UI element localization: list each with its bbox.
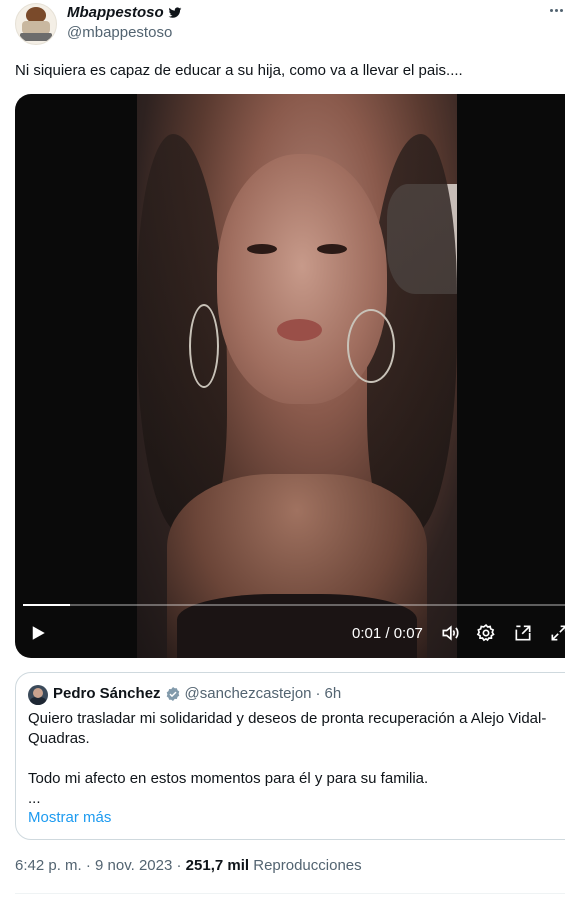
author-row: Mbappestoso: [67, 4, 182, 21]
quoted-line: Quadras.: [28, 730, 90, 747]
settings-button[interactable]: [475, 622, 497, 644]
tweet-meta: 6:42 p. m. · 9 nov. 2023 · 251,7 mil Rep…: [15, 857, 362, 874]
video-frame: [137, 94, 457, 658]
quoted-text: Quiero trasladar mi solidaridad y deseos…: [28, 709, 565, 809]
views-count: 251,7 mil: [185, 857, 250, 874]
meta-separator: ·: [176, 857, 182, 874]
avatar[interactable]: [15, 3, 57, 45]
author-handle[interactable]: @mbappestoso: [67, 24, 172, 41]
quoted-avatar: [28, 685, 48, 705]
pip-icon: [515, 625, 531, 641]
display-name[interactable]: Mbappestoso: [67, 4, 164, 21]
video-time: 0:01 / 0:07: [352, 624, 423, 642]
video-player[interactable]: 0:01 / 0:07: [15, 94, 565, 658]
volume-icon: [442, 625, 459, 641]
quoted-line: ...: [28, 790, 41, 807]
views-label: Reproducciones: [253, 857, 362, 874]
quoted-separator: ·: [315, 685, 321, 702]
settings-icon: [476, 623, 495, 642]
pip-button[interactable]: [512, 622, 534, 644]
tweet-text: Ni siquiera es capaz de educar a su hija…: [15, 62, 463, 79]
fullscreen-icon: [551, 625, 565, 641]
progress-track[interactable]: [23, 604, 565, 606]
divider: [15, 893, 565, 894]
tweet-timestamp[interactable]: 6:42 p. m. · 9 nov. 2023: [15, 857, 172, 874]
play-button[interactable]: [27, 622, 49, 644]
show-more-link[interactable]: Mostrar más: [28, 809, 111, 826]
more-options-icon[interactable]: [547, 8, 563, 12]
volume-button[interactable]: [439, 622, 461, 644]
quoted-line: [28, 749, 565, 769]
quoted-time: 6h: [324, 685, 342, 702]
progress-fill: [23, 604, 70, 606]
quoted-line: Todo mi afecto en estos momentos para él…: [28, 770, 429, 787]
verified-badge-icon: [166, 686, 179, 701]
play-icon: [32, 626, 45, 640]
quoted-line: Quiero trasladar mi solidaridad y deseos…: [28, 710, 547, 727]
twitter-bird-icon: [168, 6, 182, 18]
quoted-tweet[interactable]: Pedro Sánchez @sanchezcastejon · 6h Quie…: [15, 672, 565, 840]
quoted-handle: @sanchezcastejon: [184, 685, 312, 702]
fullscreen-button[interactable]: [548, 622, 565, 644]
quoted-header: Pedro Sánchez @sanchezcastejon · 6h: [53, 685, 341, 702]
quoted-name: Pedro Sánchez: [53, 685, 161, 702]
